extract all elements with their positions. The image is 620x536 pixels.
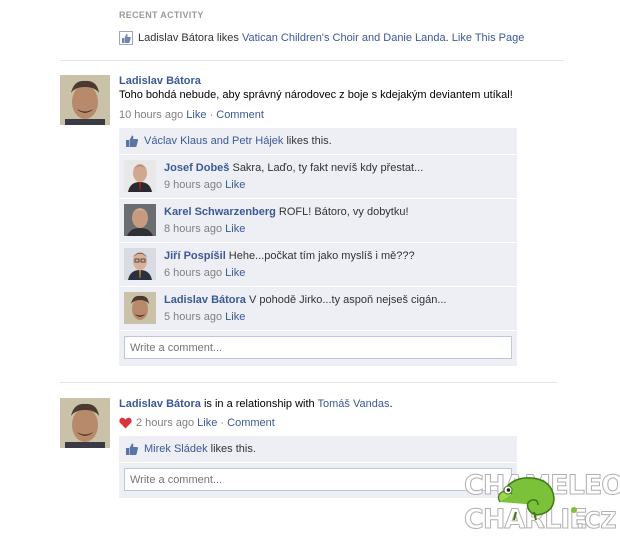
write-comment-row — [119, 331, 517, 367]
feed-story: Ladislav Bátora Toho bohdá nebude, aby s… — [60, 75, 560, 375]
story-author-link[interactable]: Ladislav Bátora — [119, 398, 201, 410]
divider — [60, 382, 557, 383]
story-body: Ladislav Bátora Toho bohdá nebude, aby s… — [119, 75, 517, 367]
commenter-name-link[interactable]: Ladislav Bátora — [164, 294, 246, 306]
chameleon-charlie-watermark-logo: CHAMELEON CHARLIE .CZ — [464, 470, 620, 536]
comment-link[interactable]: Comment — [216, 109, 264, 121]
relationship-period: . — [389, 398, 393, 410]
comment-link[interactable]: Comment — [227, 417, 275, 429]
story-author-link[interactable]: Ladislav Bátora — [119, 75, 201, 87]
comment-text: V pohodě Jirko...ty aspoň nejseš cigán..… — [245, 294, 447, 306]
commenter-avatar[interactable] — [124, 248, 156, 280]
watermark-line2: CHARLIE — [464, 504, 587, 535]
likers-link[interactable]: Václav Klaus and Petr Hájek — [144, 135, 283, 147]
comment-timestamp: 5 hours ago — [164, 311, 223, 323]
commenter-avatar[interactable] — [124, 292, 156, 324]
comment-item: Jiří Pospíšil Hehe...počkat tím jako mys… — [119, 243, 517, 287]
story-body: Ladislav Bátora is in a relationship wit… — [119, 398, 517, 499]
profile-photo — [60, 75, 110, 125]
comment-text: Hehe...počkat tím jako myslíš i mě??? — [225, 250, 415, 262]
like-link[interactable]: Like — [197, 417, 217, 429]
story-timestamp: 2 hours ago — [136, 417, 195, 429]
meta-dot: · — [206, 109, 217, 121]
story-message: Toho bohdá nebude, aby správný národovec… — [119, 89, 513, 101]
comment-timestamp: 6 hours ago — [164, 267, 223, 279]
comment-item: Karel Schwarzenberg ROFL! Bátoro, vy dob… — [119, 199, 517, 243]
like-thumb-icon — [126, 443, 139, 455]
recent-page-link[interactable]: Vatican Children's Choir and Danie Landa — [242, 32, 446, 44]
likes-sentence: Václav Klaus and Petr Hájek likes this. — [119, 128, 517, 155]
recent-activity: RECENT ACTIVITY Ladislav Bátora likes Va… — [119, 10, 564, 45]
likers-link[interactable]: Mirek Sládek — [144, 443, 208, 455]
heart-icon — [119, 417, 132, 429]
relationship-text: is in a relationship with — [200, 398, 318, 410]
likes-suffix: likes this. — [283, 135, 332, 147]
divider — [60, 60, 564, 61]
recent-verb: likes — [213, 32, 242, 44]
comment-like-link[interactable]: Like — [225, 311, 245, 323]
write-comment-row — [119, 463, 517, 499]
story-message: Ladislav Bátora is in a relationship wit… — [119, 398, 517, 410]
comment-item: Josef Dobeš Sakra, Laďo, ty fakt nevíš k… — [119, 155, 517, 199]
comment-item: Ladislav Bátora V pohodě Jirko...ty aspo… — [119, 287, 517, 331]
comment-like-link[interactable]: Like — [225, 223, 245, 235]
write-comment-input[interactable] — [124, 336, 512, 359]
story-meta: 10 hours ago Like · Comment — [119, 109, 517, 121]
commenter-photo — [124, 204, 156, 236]
story-timestamp: 10 hours ago — [119, 109, 184, 121]
comment-text: ROFL! Bátoro, vy dobytku! — [275, 206, 409, 218]
like-this-page-link[interactable]: Like This Page — [452, 32, 525, 44]
feedback-box: Václav Klaus and Petr Hájek likes this. … — [119, 128, 517, 367]
recent-actor: Ladislav Bátora — [138, 32, 214, 44]
avatar[interactable] — [60, 398, 110, 448]
likes-sentence: Mirek Sládek likes this. — [119, 436, 517, 463]
commenter-name-link[interactable]: Karel Schwarzenberg — [164, 206, 276, 218]
avatar[interactable] — [60, 75, 110, 125]
like-thumb-icon — [126, 135, 139, 147]
like-link[interactable]: Like — [186, 109, 206, 121]
commenter-avatar[interactable] — [124, 160, 156, 192]
like-thumb-icon — [119, 31, 133, 45]
commenter-avatar[interactable] — [124, 204, 156, 236]
profile-photo — [60, 398, 110, 448]
comment-text: Sakra, Laďo, ty fakt nevíš kdy přestat..… — [229, 162, 424, 174]
recent-activity-item: Ladislav Bátora likes Vatican Children's… — [119, 31, 564, 45]
commenter-name-link[interactable]: Jiří Pospíšil — [164, 250, 226, 262]
recent-activity-title: RECENT ACTIVITY — [119, 10, 204, 20]
write-comment-input[interactable] — [124, 468, 512, 491]
feedback-box: Mirek Sládek likes this. — [119, 436, 517, 499]
likes-suffix: likes this. — [207, 443, 256, 455]
comment-like-link[interactable]: Like — [225, 267, 245, 279]
story-meta: 2 hours ago Like · Comment — [119, 417, 517, 429]
comment-timestamp: 8 hours ago — [164, 223, 223, 235]
comment-timestamp: 9 hours ago — [164, 179, 223, 191]
meta-dot: · — [217, 417, 228, 429]
commenter-name-link[interactable]: Josef Dobeš — [164, 162, 229, 174]
comment-like-link[interactable]: Like — [225, 179, 245, 191]
partner-link[interactable]: Tomáš Vandas — [318, 398, 390, 410]
commenter-photo — [124, 248, 156, 280]
watermark-suffix: .CZ — [576, 509, 616, 534]
commenter-photo — [124, 292, 156, 324]
commenter-photo — [124, 160, 156, 192]
